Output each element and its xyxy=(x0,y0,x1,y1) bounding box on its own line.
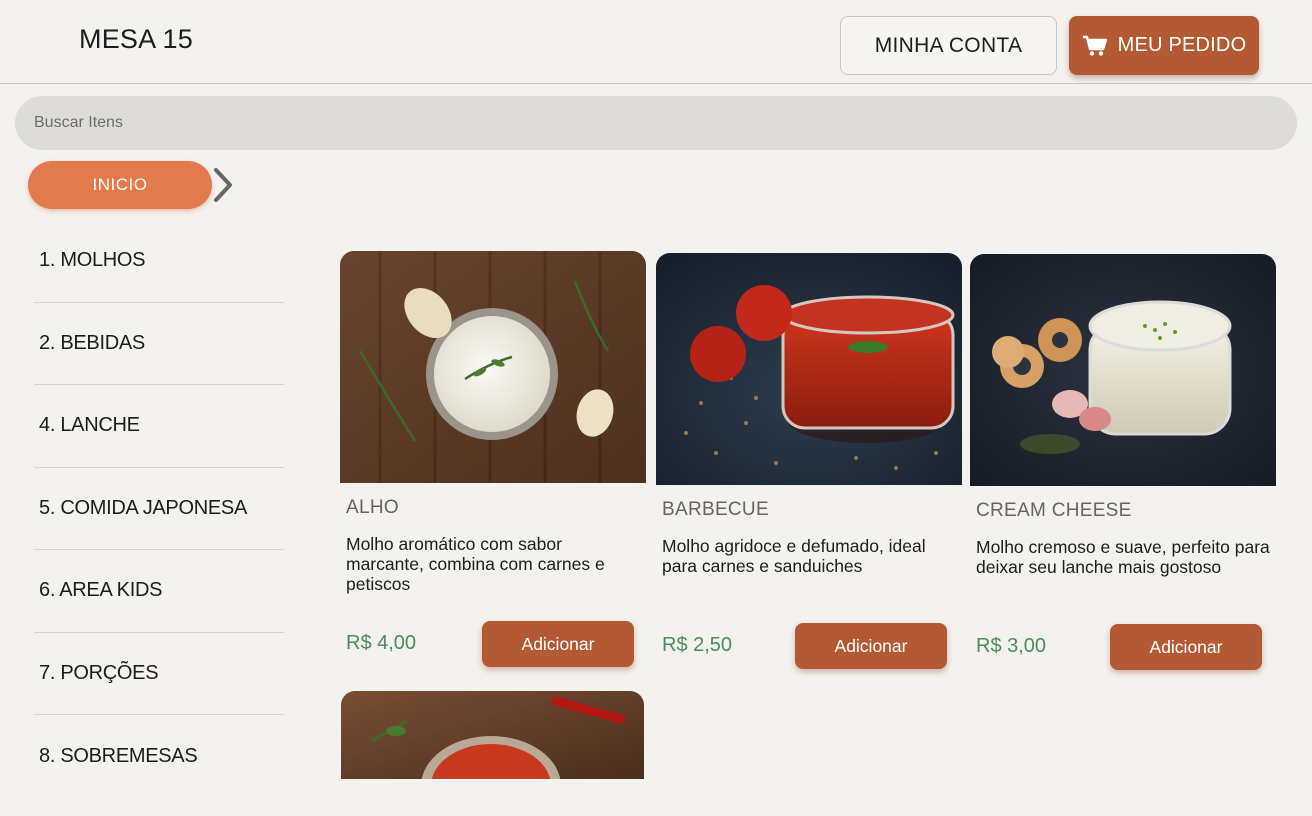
product-image-garlic-sauce xyxy=(340,251,646,483)
chevron-right-icon xyxy=(214,168,232,202)
product-description: Molho cremoso e suave, perfeito para dei… xyxy=(976,537,1270,577)
sidebar-item-lanche[interactable]: 4. LANCHE xyxy=(34,385,284,468)
sidebar-item-bebidas[interactable]: 2. BEBIDAS xyxy=(34,303,284,385)
table-title: MESA 15 xyxy=(79,24,193,54)
sidebar-item-porcoes[interactable]: 7. PORÇÕES xyxy=(34,633,284,715)
search-bar[interactable] xyxy=(15,96,1297,150)
product-description: Molho aromático com sabor marcante, comb… xyxy=(346,534,605,594)
product-name: ALHO xyxy=(346,497,399,518)
breadcrumb-home[interactable]: INICIO xyxy=(28,161,212,209)
sidebar-item-molhos[interactable]: 1. MOLHOS xyxy=(34,220,284,303)
sidebar-item-sobremesas[interactable]: 8. SOBREMESAS xyxy=(34,715,284,798)
sidebar-item-comida-japonesa[interactable]: 5. COMIDA JAPONESA xyxy=(34,468,284,550)
product-image-barbecue-sauce xyxy=(656,253,962,485)
product-card: CREAM CHEESE Molho cremoso e suave, perf… xyxy=(970,254,1276,670)
top-bar: MESA 15 MINHA CONTA MEU PEDIDO xyxy=(0,0,1312,84)
my-order-button[interactable]: MEU PEDIDO xyxy=(1069,16,1259,75)
product-image-pepper-sauce xyxy=(341,691,644,779)
product-price: R$ 2,50 xyxy=(662,634,733,656)
product-card xyxy=(341,691,644,779)
cart-icon xyxy=(1082,35,1107,56)
product-image-cream-cheese-sauce xyxy=(970,254,1276,486)
search-input[interactable] xyxy=(34,114,1297,132)
product-name: CREAM CHEESE xyxy=(976,500,1132,521)
product-card: BARBECUE Molho agridoce e defumado, idea… xyxy=(656,253,962,669)
my-order-label: MEU PEDIDO xyxy=(1117,34,1247,56)
product-card: ALHO Molho aromático com sabor marcante,… xyxy=(340,251,646,667)
add-button[interactable]: Adicionar xyxy=(795,623,947,669)
product-price: R$ 4,00 xyxy=(346,632,417,654)
sidebar-item-area-kids[interactable]: 6. AREA KIDS xyxy=(34,550,284,633)
add-button[interactable]: Adicionar xyxy=(482,621,634,667)
add-button[interactable]: Adicionar xyxy=(1110,624,1262,670)
product-price: R$ 3,00 xyxy=(976,635,1047,657)
category-sidebar: 1. MOLHOS 2. BEBIDAS 4. LANCHE 5. COMIDA… xyxy=(34,220,284,798)
product-description: Molho agridoce e defumado, ideal para ca… xyxy=(662,536,926,576)
product-name: BARBECUE xyxy=(662,499,769,520)
my-account-button[interactable]: MINHA CONTA xyxy=(840,16,1057,75)
